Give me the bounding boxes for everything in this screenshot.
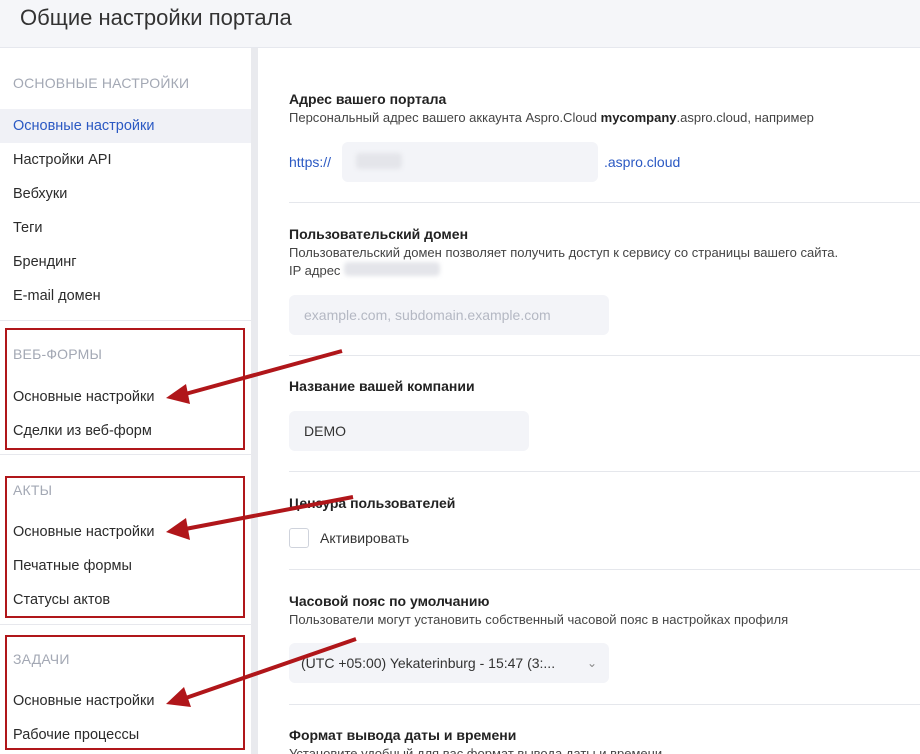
timezone-desc: Пользователи могут установить собственны…: [289, 612, 789, 627]
sidebar-scrollbar[interactable]: [251, 48, 258, 754]
sidebar-item-acts-settings[interactable]: Основные настройки: [0, 515, 251, 549]
sidebar-item-email-domain[interactable]: E-mail домен: [0, 279, 251, 313]
portal-address-label: Адрес вашего портала: [289, 91, 447, 107]
page-header: Общие настройки портала: [0, 0, 920, 48]
sidebar-item-webforms-deals[interactable]: Сделки из веб-форм: [0, 414, 251, 448]
sidebar-item-acts-statuses[interactable]: Статусы актов: [0, 583, 251, 617]
row-separator: [289, 202, 920, 203]
chevron-down-icon: ⌄: [586, 656, 597, 670]
datetime-format-desc: Установите удобный для вас формат вывода…: [289, 746, 663, 754]
row-separator: [289, 471, 920, 472]
portal-address-desc: Персональный адрес вашего аккаунта Aspro…: [289, 110, 814, 125]
timezone-select[interactable]: (UTC +05:00) Yekaterinburg - 15:47 (3:..…: [289, 643, 609, 683]
ip-address-label: IP адрес: [289, 263, 341, 278]
censorship-checkbox[interactable]: [289, 528, 309, 548]
sidebar-separator: [0, 454, 251, 455]
sidebar-item-acts-print-forms[interactable]: Печатные формы: [0, 549, 251, 583]
sidebar-section-title-webforms: ВЕБ-ФОРМЫ: [13, 346, 103, 362]
blurred-ip-address: [344, 262, 440, 276]
sidebar-separator: [0, 624, 251, 625]
datetime-format-label: Формат вывода даты и времени: [289, 727, 517, 743]
row-separator: [289, 704, 920, 705]
sidebar-item-main-settings[interactable]: Основные настройки: [0, 109, 251, 143]
page-title: Общие настройки портала: [20, 5, 292, 30]
sidebar-section-title-tasks: ЗАДАЧИ: [13, 651, 70, 667]
portal-suffix: .aspro.cloud: [604, 154, 681, 170]
sidebar-section-title-main: ОСНОВНЫЕ НАСТРОЙКИ: [13, 75, 190, 91]
sidebar-item-api-settings[interactable]: Настройки API: [0, 143, 251, 177]
sidebar-item-branding[interactable]: Брендинг: [0, 245, 251, 279]
sidebar-item-tasks-workflows[interactable]: Рабочие процессы: [0, 718, 251, 752]
custom-domain-input[interactable]: [289, 295, 609, 335]
censorship-label: Цензура пользователей: [289, 495, 456, 511]
timezone-select-value: (UTC +05:00) Yekaterinburg - 15:47 (3:..…: [301, 655, 556, 671]
sidebar: ОСНОВНЫЕ НАСТРОЙКИ Основные настройки На…: [0, 48, 251, 754]
company-name-label: Название вашей компании: [289, 378, 475, 394]
sidebar-separator: [0, 320, 251, 321]
sidebar-item-webforms-settings[interactable]: Основные настройки: [0, 380, 251, 414]
sidebar-item-webhooks[interactable]: Вебхуки: [0, 177, 251, 211]
sidebar-section-title-acts: АКТЫ: [13, 482, 53, 498]
company-name-input[interactable]: [289, 411, 529, 451]
portal-prefix: https://: [289, 154, 332, 170]
row-separator: [289, 569, 920, 570]
custom-domain-label: Пользовательский домен: [289, 226, 469, 242]
sidebar-item-tags[interactable]: Теги: [0, 211, 251, 245]
main-content: Адрес вашего портала Персональный адрес …: [258, 48, 920, 754]
timezone-label: Часовой пояс по умолчанию: [289, 593, 490, 609]
sidebar-item-tasks-settings[interactable]: Основные настройки: [0, 684, 251, 718]
blurred-subdomain: [356, 153, 402, 169]
censorship-checkbox-label[interactable]: Активировать: [320, 530, 409, 546]
row-separator: [289, 355, 920, 356]
custom-domain-desc: Пользовательский домен позволяет получит…: [289, 245, 839, 260]
